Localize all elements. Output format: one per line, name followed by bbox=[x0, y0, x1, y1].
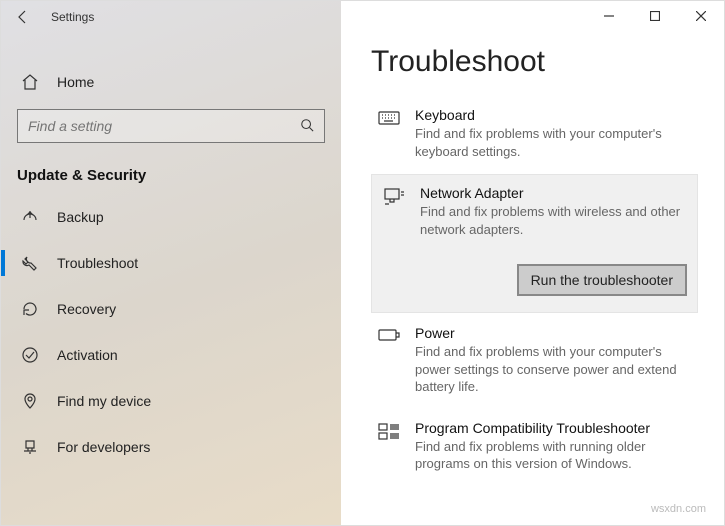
watermark: wsxdn.com bbox=[651, 503, 706, 515]
home-icon bbox=[21, 73, 39, 91]
keyboard-icon bbox=[377, 107, 401, 160]
nav-home-label: Home bbox=[57, 74, 94, 90]
troubleshooter-desc: Find and fix problems with running older… bbox=[415, 438, 692, 473]
window-controls bbox=[586, 1, 724, 31]
power-icon bbox=[377, 325, 401, 396]
sidebar-item-label: Backup bbox=[57, 209, 104, 225]
titlebar: Settings bbox=[1, 1, 341, 33]
troubleshooter-power[interactable]: Power Find and fix problems with your co… bbox=[371, 315, 698, 408]
sidebar-item-for-developers[interactable]: For developers bbox=[1, 424, 341, 470]
developers-icon bbox=[21, 438, 39, 456]
activation-icon bbox=[21, 346, 39, 364]
nav-list: Backup Troubleshoot Recovery Activation … bbox=[1, 194, 341, 470]
troubleshooter-network-adapter[interactable]: Network Adapter Find and fix problems wi… bbox=[371, 174, 698, 313]
backup-icon bbox=[21, 208, 39, 226]
search-box[interactable] bbox=[17, 109, 325, 143]
troubleshoot-icon bbox=[21, 254, 39, 272]
sidebar-item-label: Troubleshoot bbox=[57, 255, 138, 271]
sidebar-item-label: Find my device bbox=[57, 393, 151, 409]
troubleshooter-desc: Find and fix problems with your computer… bbox=[415, 343, 692, 396]
sidebar-item-backup[interactable]: Backup bbox=[1, 194, 341, 240]
sidebar-item-recovery[interactable]: Recovery bbox=[1, 286, 341, 332]
sidebar-item-find-my-device[interactable]: Find my device bbox=[1, 378, 341, 424]
find-device-icon bbox=[21, 392, 39, 410]
maximize-button[interactable] bbox=[632, 1, 678, 31]
sidebar: Settings Home Update & Security Backup T… bbox=[1, 1, 341, 525]
troubleshooter-name: Network Adapter bbox=[420, 185, 689, 201]
section-heading: Update & Security bbox=[1, 153, 341, 194]
close-button[interactable] bbox=[678, 1, 724, 31]
troubleshooter-desc: Find and fix problems with your computer… bbox=[415, 125, 692, 160]
back-button[interactable] bbox=[15, 9, 31, 25]
troubleshooter-name: Program Compatibility Troubleshooter bbox=[415, 420, 692, 436]
sidebar-item-label: Recovery bbox=[57, 301, 116, 317]
nav-home[interactable]: Home bbox=[1, 59, 341, 105]
minimize-button[interactable] bbox=[586, 1, 632, 31]
sidebar-item-label: For developers bbox=[57, 439, 150, 455]
troubleshooter-name: Keyboard bbox=[415, 107, 692, 123]
troubleshooter-program-compatibility[interactable]: Program Compatibility Troubleshooter Fin… bbox=[371, 410, 698, 485]
program-compat-icon bbox=[377, 420, 401, 473]
troubleshooter-desc: Find and fix problems with wireless and … bbox=[420, 203, 689, 238]
sidebar-item-activation[interactable]: Activation bbox=[1, 332, 341, 378]
troubleshooter-keyboard[interactable]: Keyboard Find and fix problems with your… bbox=[371, 97, 698, 172]
recovery-icon bbox=[21, 300, 39, 318]
sidebar-item-troubleshoot[interactable]: Troubleshoot bbox=[1, 240, 341, 286]
main-panel: Troubleshoot Keyboard Find and fix probl… bbox=[341, 1, 724, 525]
run-troubleshooter-button[interactable]: Run the troubleshooter bbox=[517, 264, 687, 296]
search-icon bbox=[300, 118, 314, 135]
search-input[interactable] bbox=[28, 118, 300, 134]
troubleshooter-name: Power bbox=[415, 325, 692, 341]
sidebar-item-label: Activation bbox=[57, 347, 118, 363]
troubleshooter-list: Keyboard Find and fix problems with your… bbox=[341, 97, 724, 525]
app-title: Settings bbox=[51, 10, 94, 24]
network-adapter-icon bbox=[382, 185, 406, 238]
